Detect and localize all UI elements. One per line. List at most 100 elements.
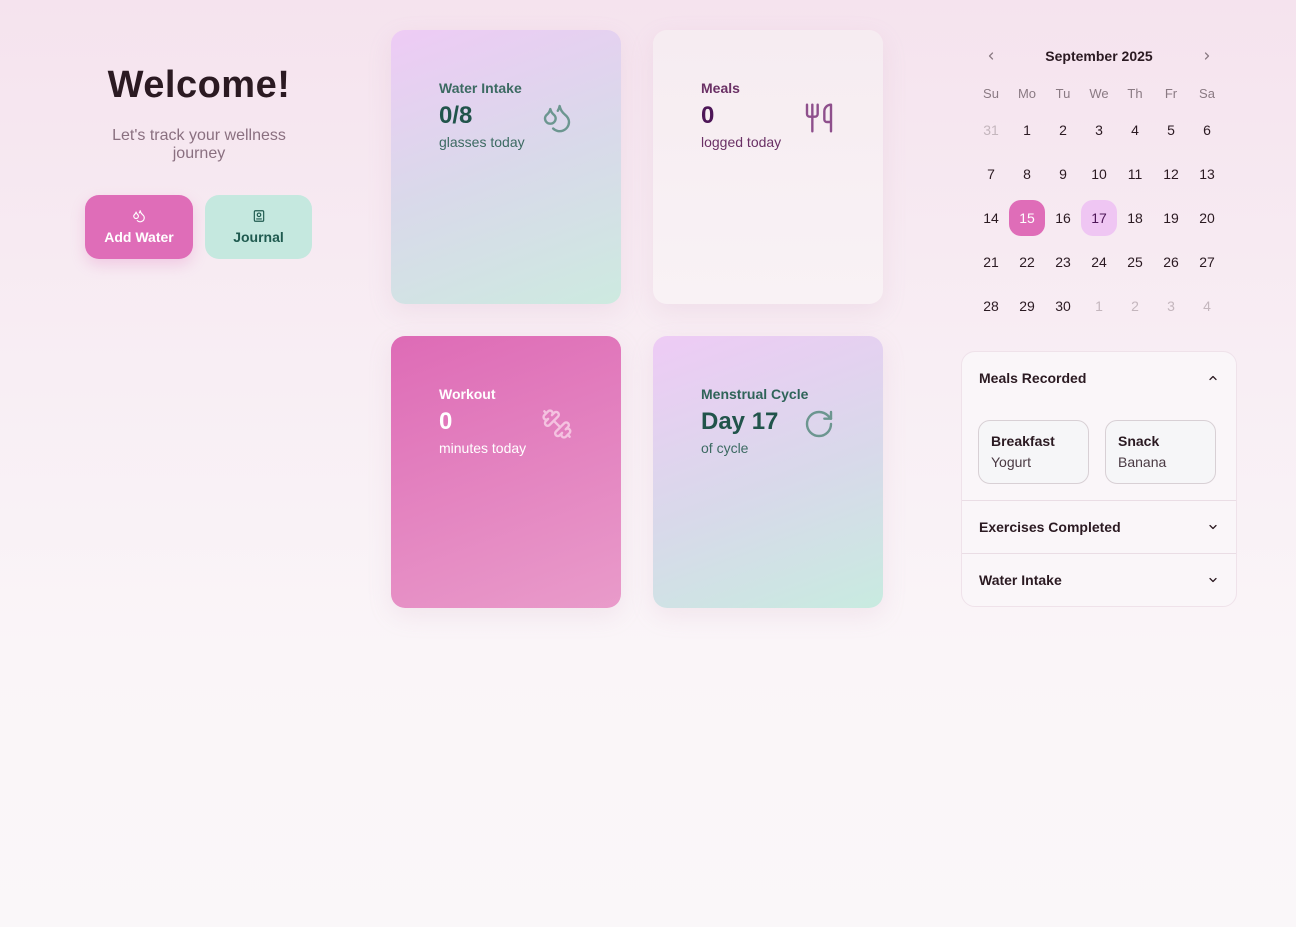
calendar-day[interactable]: 23 xyxy=(1045,244,1081,280)
meal-type: Snack xyxy=(1118,433,1160,449)
calendar-day[interactable]: 30 xyxy=(1045,288,1081,324)
calendar-grid: Su Mo Tu We Th Fr Sa 31 1 2 3 4 5 6 7 8 9 10 11 12 13 14 15 16 1… xyxy=(973,78,1225,328)
calendar-day[interactable]: 5 xyxy=(1153,112,1189,148)
next-month-button[interactable] xyxy=(1189,40,1225,72)
calendar-day[interactable]: 9 xyxy=(1045,156,1081,192)
dumbbell-icon xyxy=(542,409,572,439)
refresh-icon xyxy=(805,410,833,438)
meals-card[interactable]: Meals 0 logged today xyxy=(653,30,883,304)
hero-section: Welcome! Let's track your wellness journ… xyxy=(85,60,313,259)
weekday-header: Mo xyxy=(1017,85,1037,101)
meals-card-value: 0 xyxy=(701,102,715,129)
calendar-day[interactable]: 22 xyxy=(1009,244,1045,280)
meal-type: Breakfast xyxy=(991,433,1055,449)
calendar-day[interactable]: 6 xyxy=(1189,112,1225,148)
workout-card-content: Workout 0 minutes today xyxy=(439,386,526,456)
calendar-month-label: September 2025 xyxy=(1045,48,1153,64)
journal-label: Journal xyxy=(233,229,284,245)
water-drops-icon xyxy=(543,104,571,133)
calendar-day[interactable]: 16 xyxy=(1045,200,1081,236)
water-card-label: Water Intake xyxy=(439,80,522,96)
calendar-day[interactable]: 7 xyxy=(973,156,1009,192)
calendar-day[interactable]: 29 xyxy=(1009,288,1045,324)
water-card-content: Water Intake 0/8 glasses today xyxy=(439,80,525,150)
meals-card-label: Meals xyxy=(701,80,740,96)
water-drops-icon xyxy=(133,210,145,223)
calendar-day[interactable]: 28 xyxy=(973,288,1009,324)
calendar-day[interactable]: 31 xyxy=(973,112,1009,148)
calendar-day[interactable]: 1 xyxy=(1009,112,1045,148)
water-intake-title: Water Intake xyxy=(979,572,1062,588)
weekday-header: Th xyxy=(1127,85,1143,101)
calendar-day[interactable]: 19 xyxy=(1153,200,1189,236)
journal-icon xyxy=(253,210,264,222)
meal-food: Yogurt xyxy=(991,454,1031,470)
calendar-day[interactable]: 20 xyxy=(1189,200,1225,236)
cycle-card-value: Day 17 xyxy=(701,408,779,435)
meals-card-sub: logged today xyxy=(701,134,782,150)
meals-recorded-list: Breakfast Yogurt Snack Banana xyxy=(962,404,1236,500)
calendar: September 2025 Su Mo Tu We Th Fr Sa 31 1 2 3 4 5 6 7 8 9… xyxy=(973,40,1225,328)
chevron-up-icon xyxy=(1209,375,1217,381)
water-card-sub: glasses today xyxy=(439,134,525,150)
calendar-day[interactable]: 11 xyxy=(1117,156,1153,192)
calendar-day[interactable]: 27 xyxy=(1189,244,1225,280)
calendar-day[interactable]: 4 xyxy=(1117,112,1153,148)
calendar-day[interactable]: 1 xyxy=(1081,288,1117,324)
calendar-day[interactable]: 25 xyxy=(1117,244,1153,280)
weekday-header: Tu xyxy=(1055,85,1071,101)
chevron-right-icon xyxy=(1204,52,1210,60)
meals-recorded-header[interactable]: Meals Recorded xyxy=(962,352,1236,404)
calendar-day[interactable]: 14 xyxy=(973,200,1009,236)
add-water-button[interactable]: Add Water xyxy=(85,195,193,259)
workout-card-label: Workout xyxy=(439,386,496,402)
chevron-left-icon xyxy=(988,52,994,60)
calendar-day[interactable]: 8 xyxy=(1009,156,1045,192)
calendar-day[interactable]: 13 xyxy=(1189,156,1225,192)
menstrual-cycle-card[interactable]: Menstrual Cycle Day 17 of cycle xyxy=(653,336,883,608)
weekday-header: We xyxy=(1089,85,1109,101)
water-intake-card[interactable]: Water Intake 0/8 glasses today xyxy=(391,30,621,304)
meals-card-content: Meals 0 logged today xyxy=(701,80,781,150)
calendar-day[interactable]: 15 xyxy=(1009,200,1045,236)
calendar-day[interactable]: 3 xyxy=(1081,112,1117,148)
chevron-down-icon xyxy=(1209,577,1217,583)
weekday-header: Sa xyxy=(1199,85,1215,101)
summary-accordion: Meals Recorded Breakfast Yogurt Snack Ba… xyxy=(961,351,1237,607)
exercises-completed-title: Exercises Completed xyxy=(979,519,1121,535)
welcome-subtitle: Let's track your wellness journey xyxy=(112,127,286,162)
workout-card[interactable]: Workout 0 minutes today xyxy=(391,336,621,608)
calendar-day[interactable]: 17 xyxy=(1081,200,1117,236)
meal-item[interactable]: Snack Banana xyxy=(1105,420,1216,484)
water-intake-header[interactable]: Water Intake xyxy=(962,554,1236,606)
weekday-header: Su xyxy=(983,85,999,101)
cycle-card-sub: of cycle xyxy=(701,440,749,456)
calendar-day[interactable]: 12 xyxy=(1153,156,1189,192)
meal-food: Banana xyxy=(1118,454,1167,470)
prev-month-button[interactable] xyxy=(973,40,1009,72)
quick-actions: Add Water Journal xyxy=(85,195,313,259)
calendar-header: September 2025 xyxy=(973,40,1225,72)
workout-card-sub: minutes today xyxy=(439,440,527,456)
utensils-icon xyxy=(805,103,833,133)
meals-recorded-title: Meals Recorded xyxy=(979,370,1087,386)
calendar-day[interactable]: 4 xyxy=(1189,288,1225,324)
exercises-completed-header[interactable]: Exercises Completed xyxy=(962,501,1236,553)
calendar-day[interactable]: 18 xyxy=(1117,200,1153,236)
cycle-card-content: Menstrual Cycle Day 17 of cycle xyxy=(701,386,808,456)
chevron-down-icon xyxy=(1209,524,1217,530)
calendar-day[interactable]: 2 xyxy=(1117,288,1153,324)
calendar-day[interactable]: 26 xyxy=(1153,244,1189,280)
calendar-day[interactable]: 24 xyxy=(1081,244,1117,280)
water-card-value: 0/8 xyxy=(439,102,473,129)
meal-item[interactable]: Breakfast Yogurt xyxy=(978,420,1089,484)
calendar-day[interactable]: 10 xyxy=(1081,156,1117,192)
welcome-title: Welcome! xyxy=(107,64,291,106)
weekday-header: Fr xyxy=(1164,85,1178,101)
calendar-day[interactable]: 2 xyxy=(1045,112,1081,148)
journal-button[interactable]: Journal xyxy=(205,195,312,259)
calendar-day[interactable]: 3 xyxy=(1153,288,1189,324)
calendar-day[interactable]: 21 xyxy=(973,244,1009,280)
workout-card-value: 0 xyxy=(439,408,453,435)
add-water-label: Add Water xyxy=(104,229,174,245)
